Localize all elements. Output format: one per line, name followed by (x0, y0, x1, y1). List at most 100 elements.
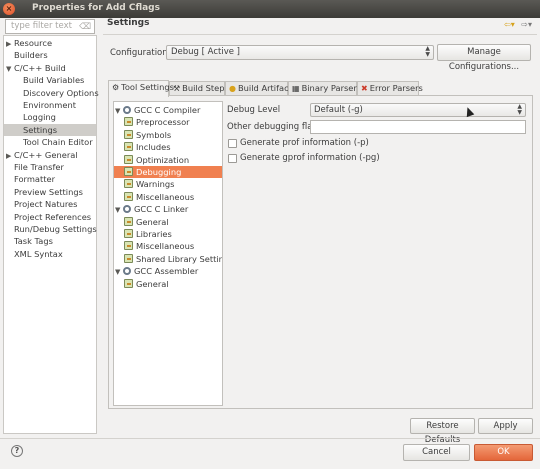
option-node[interactable]: Shared Library Settings (124, 253, 222, 265)
sidebar-item[interactable]: Builders (6, 49, 48, 61)
configuration-select[interactable]: Debug [ Active ] ▲ ▼ (166, 45, 434, 60)
sidebar-item-label: Formatter (14, 174, 56, 185)
option-node[interactable]: Libraries (124, 228, 172, 240)
configuration-value: Debug [ Active ] (171, 47, 240, 57)
option-node[interactable]: Debugging (114, 166, 222, 178)
tool-tree-label: Warnings (136, 179, 175, 190)
tool-tree-label: Optimization (136, 154, 190, 165)
other-flags-field[interactable] (310, 120, 526, 134)
option-node[interactable]: Preprocessor (124, 116, 190, 128)
sidebar-item-label: Build Variables (23, 75, 85, 86)
sidebar-item[interactable]: ▶ Resource (6, 37, 52, 49)
expanded-arrow-icon[interactable]: ▼ (6, 63, 14, 75)
option-node[interactable]: Warnings (124, 178, 174, 190)
sidebar-item-label: Builders (14, 50, 48, 61)
apply-button[interactable]: Apply (478, 418, 533, 434)
sidebar-item[interactable]: Preview Settings (6, 186, 83, 198)
expanded-arrow-icon[interactable]: ▼ (115, 266, 123, 278)
sidebar-item[interactable]: Discovery Options (15, 87, 99, 99)
sidebar-item[interactable]: Build Variables (15, 74, 84, 86)
collapsed-arrow-icon[interactable]: ▶ (6, 150, 14, 162)
option-icon (124, 216, 133, 226)
header-divider (103, 34, 537, 35)
navigation-icons: ⇦▾ ⇨▾ (500, 20, 532, 29)
tab-build-steps[interactable]: ⚒ Build Steps (169, 81, 229, 96)
clear-filter-icon[interactable]: ⌫ (79, 21, 91, 34)
option-icon (124, 154, 133, 164)
tab-label: Binary Parsers (301, 83, 362, 93)
tab-tool-settings[interactable]: ⚙ Tool Settings (108, 80, 174, 97)
filter-placeholder: type filter text (11, 21, 72, 31)
option-node[interactable]: Symbols (124, 129, 171, 141)
tab-label: Tool Settings (121, 82, 174, 92)
tab-build-artifact[interactable]: ● Build Artifact (225, 81, 292, 96)
option-node[interactable]: Miscellaneous (124, 191, 194, 203)
sidebar-item[interactable]: Project References (6, 211, 91, 223)
option-icon (124, 142, 133, 152)
manage-configurations-button[interactable]: Manage Configurations... (437, 44, 531, 72)
configuration-label: Configuration: (110, 48, 171, 58)
debug-level-value: Default (-g) (314, 105, 363, 115)
footer-divider (0, 438, 540, 439)
tab-error-parsers[interactable]: ✖ Error Parsers (357, 81, 423, 96)
tool-node[interactable]: ▼ GCC Assembler (115, 265, 198, 277)
help-icon[interactable]: ? (11, 445, 23, 457)
filter-input[interactable]: type filter text ⌫ (5, 19, 95, 34)
sidebar-item[interactable]: ▶ C/C++ General (6, 149, 78, 161)
gprof-label: Generate gprof information (-pg) (240, 153, 380, 163)
sidebar-item-label: File Transfer (14, 162, 64, 172)
option-node[interactable]: Optimization (124, 154, 189, 166)
back-arrow-icon[interactable]: ⇦▾ (504, 20, 515, 29)
property-page-tree: ▶ Resource Builders ▼ C/C++ Build Build Varia… (3, 35, 99, 434)
sidebar-item[interactable]: Run/Debug Settings (6, 223, 97, 235)
window-title: Properties for Add Cflags (32, 3, 160, 13)
option-icon (124, 191, 133, 201)
sidebar-item[interactable]: ▼ C/C++ Build (6, 62, 66, 74)
option-icon (124, 117, 133, 127)
tab-binary-parsers[interactable]: ▦ Binary Parsers (288, 81, 361, 96)
error-icon: ✖ (361, 84, 368, 93)
debug-level-select[interactable]: Default (-g) ▲ ▼ (310, 103, 526, 117)
spinner-icon: ▲ ▼ (425, 45, 430, 58)
sidebar-item[interactable]: Project Natures (6, 198, 77, 210)
sidebar-item[interactable]: Logging (15, 111, 56, 123)
tool-node[interactable]: ▼ GCC C Linker (115, 203, 188, 215)
tool-tree-label: GCC C Compiler (134, 105, 201, 115)
tool-tree-label: General (136, 278, 169, 289)
collapsed-arrow-icon[interactable]: ▶ (6, 38, 14, 50)
tool-tree-label: Libraries (136, 229, 172, 239)
cancel-button[interactable]: Cancel (403, 444, 470, 461)
sidebar-item[interactable]: Task Tags (6, 235, 53, 247)
option-icon (124, 129, 133, 139)
option-node[interactable]: General (124, 278, 169, 290)
option-icon (124, 167, 133, 176)
option-node[interactable]: General (124, 216, 169, 228)
gprof-checkbox[interactable] (228, 154, 237, 163)
restore-defaults-button[interactable]: Restore Defaults (410, 418, 475, 445)
sidebar-item[interactable]: Settings (4, 123, 96, 136)
prof-label: Generate prof information (-p) (240, 138, 369, 148)
sidebar-item-label: Resource (14, 38, 53, 48)
ok-button[interactable]: OK (474, 444, 533, 461)
expanded-arrow-icon[interactable]: ▼ (115, 204, 123, 216)
option-node[interactable]: Miscellaneous (124, 240, 194, 252)
tool-tree-label: Debugging (136, 167, 182, 177)
option-icon (124, 253, 133, 263)
expanded-arrow-icon[interactable]: ▼ (115, 105, 123, 117)
tool-node[interactable]: ▼ GCC C Compiler (115, 104, 200, 116)
tool-tree-label: General (136, 216, 169, 227)
sidebar-item[interactable]: Tool Chain Editor (15, 136, 93, 148)
prof-checkbox[interactable] (228, 139, 237, 148)
sidebar-item[interactable]: Formatter (6, 173, 55, 185)
sidebar-item[interactable]: Environment (15, 99, 76, 111)
option-icon (124, 229, 133, 238)
sidebar-item[interactable]: File Transfer (6, 161, 64, 173)
option-node[interactable]: Includes (124, 141, 171, 153)
wrench-icon: ⚒ (173, 84, 181, 93)
close-window-button[interactable]: × (3, 3, 15, 15)
pane-splitter[interactable] (98, 35, 101, 434)
forward-arrow-icon[interactable]: ⇨▾ (521, 20, 532, 29)
option-icon (124, 278, 133, 288)
sidebar-item-label: Run/Debug Settings (14, 224, 97, 234)
sidebar-item[interactable]: XML Syntax (6, 248, 63, 260)
